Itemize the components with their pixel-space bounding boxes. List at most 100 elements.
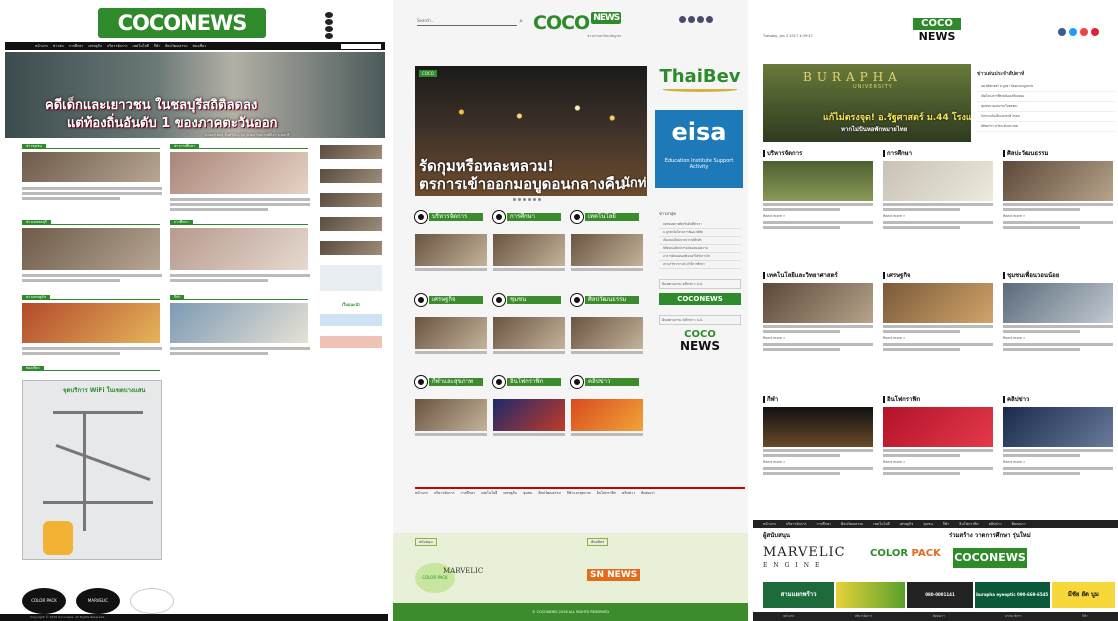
- slider-dot[interactable]: [528, 198, 531, 201]
- banner-ad[interactable]: สามแยกพร้าว: [763, 582, 835, 608]
- section-header[interactable]: ข่าวเศรษฐกิจ: [22, 295, 160, 300]
- menu-item[interactable]: เทคโนโลยี: [873, 521, 889, 527]
- article-thumbnail[interactable]: [763, 407, 873, 447]
- facebook-icon[interactable]: [679, 16, 686, 23]
- category-header[interactable]: อินโฟกราฟิก: [493, 376, 565, 388]
- slider-dot[interactable]: [518, 198, 521, 201]
- banner-ad[interactable]: [836, 582, 906, 608]
- section-title[interactable]: การศึกษา: [883, 150, 993, 157]
- section-title[interactable]: เศรษฐกิจ: [883, 272, 993, 279]
- sidebar-logo-bottom[interactable]: NEWS: [659, 340, 741, 353]
- banner-ad[interactable]: มีชัย ยัด บูม: [1051, 582, 1115, 608]
- article-thumbnail[interactable]: [883, 283, 993, 323]
- nav-item[interactable]: ท่องเที่ยว: [193, 43, 207, 49]
- sidebar-link[interactable]: นิสิตคณะศิลปกรรมจัดแสดงผลงาน: [659, 245, 741, 253]
- banner-ad[interactable]: 080-0001141: [907, 582, 973, 608]
- article-thumbnail[interactable]: [763, 283, 873, 323]
- colorpack-logo[interactable]: COLOR PACK: [870, 548, 941, 559]
- article-thumbnail[interactable]: [170, 228, 308, 270]
- search-input[interactable]: Search... ⌕: [417, 18, 523, 26]
- section-title[interactable]: กีฬา: [763, 396, 873, 403]
- category-header[interactable]: บริหารจัดการ: [415, 211, 487, 223]
- footer-link[interactable]: กีฬา: [1082, 614, 1088, 619]
- menu-item[interactable]: คลิปข่าว: [989, 521, 1002, 527]
- twitter-icon[interactable]: [1069, 28, 1077, 36]
- article-card[interactable]: [493, 317, 565, 357]
- sidebar-thumbnail[interactable]: [320, 193, 382, 207]
- read-more-link[interactable]: Read more »: [1003, 460, 1113, 464]
- article-card[interactable]: [415, 399, 487, 439]
- news-link[interactable]: นิสิตคว้ารางวัลระดับประเทศ: [977, 122, 1115, 132]
- sponsor-thaibev[interactable]: ThaiBev: [655, 66, 745, 92]
- sidebar-link[interactable]: เสวนาวิชาการประจำปีการศึกษา: [659, 261, 741, 269]
- instagram-icon[interactable]: [706, 16, 713, 23]
- menu-item[interactable]: ติดต่อเรา: [641, 490, 655, 496]
- menu-item[interactable]: อินโฟกราฟิก: [597, 490, 616, 496]
- section-header[interactable]: กีฬา: [170, 295, 308, 300]
- menu-item[interactable]: หน้าแรก: [415, 490, 428, 496]
- article-card[interactable]: [571, 399, 643, 439]
- nav-item[interactable]: เศรษฐกิจ: [88, 43, 102, 49]
- sidebar-ad[interactable]: [320, 314, 382, 326]
- sidebar-banner[interactable]: COCONEWS: [659, 293, 741, 305]
- hero-slider[interactable]: COCO รัดกุมหรือหละหลวม! ตรการเข้าออกมอบู…: [415, 66, 647, 196]
- article-thumbnail[interactable]: [22, 228, 160, 270]
- footer-logo[interactable]: COLOR PACK: [22, 588, 66, 614]
- nav-item[interactable]: ข่าวสด: [53, 43, 64, 49]
- menu-item[interactable]: ศิลปวัฒนธรรม: [841, 521, 863, 527]
- google-plus-icon[interactable]: [1091, 28, 1099, 36]
- sidebar-thumbnail[interactable]: [320, 145, 382, 159]
- menu-item[interactable]: เทคโนโลยี: [481, 490, 497, 496]
- menu-item[interactable]: การศึกษา: [460, 490, 475, 496]
- footer-link[interactable]: บริหารจัดการ: [855, 614, 873, 619]
- menu-item[interactable]: บริหารจัดการ: [786, 521, 807, 527]
- article-card[interactable]: [493, 234, 565, 274]
- section-title[interactable]: เทคโนโลยีและวิทยาศาสตร์: [763, 272, 873, 279]
- youtube-icon[interactable]: [697, 16, 704, 23]
- menu-item[interactable]: คลิปข่าว: [622, 490, 635, 496]
- section-header[interactable]: ข่าวเด่นชลบุรี: [22, 220, 160, 225]
- sidebar-thumbnail[interactable]: [320, 241, 382, 255]
- news-link[interactable]: นศ.นิติศาสตร์ ม.บูรพา จัดอบรมกฎหมาย: [977, 82, 1115, 92]
- category-header[interactable]: การศึกษา: [493, 211, 565, 223]
- section-title[interactable]: ชุมชนเพื่อนวอนน้อย: [1003, 272, 1113, 279]
- read-more-link[interactable]: Read more »: [883, 336, 993, 340]
- sidebar-link[interactable]: ลดขยะพลาสติกเริ่มต้นที่ตัวเรา: [659, 221, 741, 229]
- menu-item[interactable]: ศิลปวัฒนธรรม: [538, 490, 560, 496]
- news-link[interactable]: ชุมชนบางแสนร่วมใจลดขยะ: [977, 102, 1115, 112]
- menu-item[interactable]: อินโฟกราฟิก: [959, 521, 978, 527]
- sidebar-thumbnail[interactable]: [320, 169, 382, 183]
- facebook-icon[interactable]: [1058, 28, 1066, 36]
- sponsor-eisa[interactable]: eisa Education Institute Support Activity: [655, 110, 743, 188]
- article-thumbnail[interactable]: [22, 152, 160, 182]
- article-thumbnail[interactable]: [22, 303, 160, 343]
- banner-ad[interactable]: burapha eyeoptic 090-669-6545: [974, 582, 1050, 608]
- menu-item[interactable]: บริหารจัดการ: [434, 490, 455, 496]
- sidebar-link[interactable]: ม.บูรพาจัดโครงการพัฒนานิสิต: [659, 229, 741, 237]
- site-logo[interactable]: COCO NEWS ข่าวสารมหาวิทยาลัยบูรพา: [533, 12, 622, 39]
- article-thumbnail[interactable]: [1003, 407, 1113, 447]
- footer-link[interactable]: หน้าแรก: [783, 614, 794, 619]
- slider-dot[interactable]: [523, 198, 526, 201]
- read-more-link[interactable]: Read more »: [763, 460, 873, 464]
- slider-dot[interactable]: [513, 198, 516, 201]
- read-more-link[interactable]: Read more »: [763, 336, 873, 340]
- category-header[interactable]: กีฬาและสุขภาพ: [415, 376, 487, 388]
- sidebar-link[interactable]: เปิดเทอมใหม่บรรยากาศคึกคัก: [659, 237, 741, 245]
- article-thumbnail[interactable]: [170, 303, 308, 343]
- article-card[interactable]: [571, 317, 643, 357]
- menu-item[interactable]: กีฬาและสุขภาพ: [567, 490, 591, 496]
- footer-logo[interactable]: [130, 588, 174, 614]
- read-more-link[interactable]: Read more »: [1003, 336, 1113, 340]
- sidebar-thumbnail[interactable]: [320, 217, 382, 231]
- read-more-link[interactable]: Read more »: [883, 214, 993, 218]
- hero-slider[interactable]: คดีเด็กและเยาวชน ในชลบุรีสถิติลดลง แต่ท้…: [5, 52, 385, 138]
- menu-item[interactable]: ชุมชน: [523, 490, 532, 496]
- category-header[interactable]: ศิลปวัฒนธรรม: [571, 294, 643, 306]
- menu-item[interactable]: หน้าแรก: [763, 521, 776, 527]
- read-more-link[interactable]: Read more »: [883, 460, 993, 464]
- sidebar-ad[interactable]: [320, 265, 382, 291]
- menu-item[interactable]: การศึกษา: [816, 521, 831, 527]
- nav-item[interactable]: หน้าแรก: [35, 43, 48, 49]
- news-link[interactable]: เปิดโครงการพี่ช่วยน้องเตรียมสอบ: [977, 92, 1115, 102]
